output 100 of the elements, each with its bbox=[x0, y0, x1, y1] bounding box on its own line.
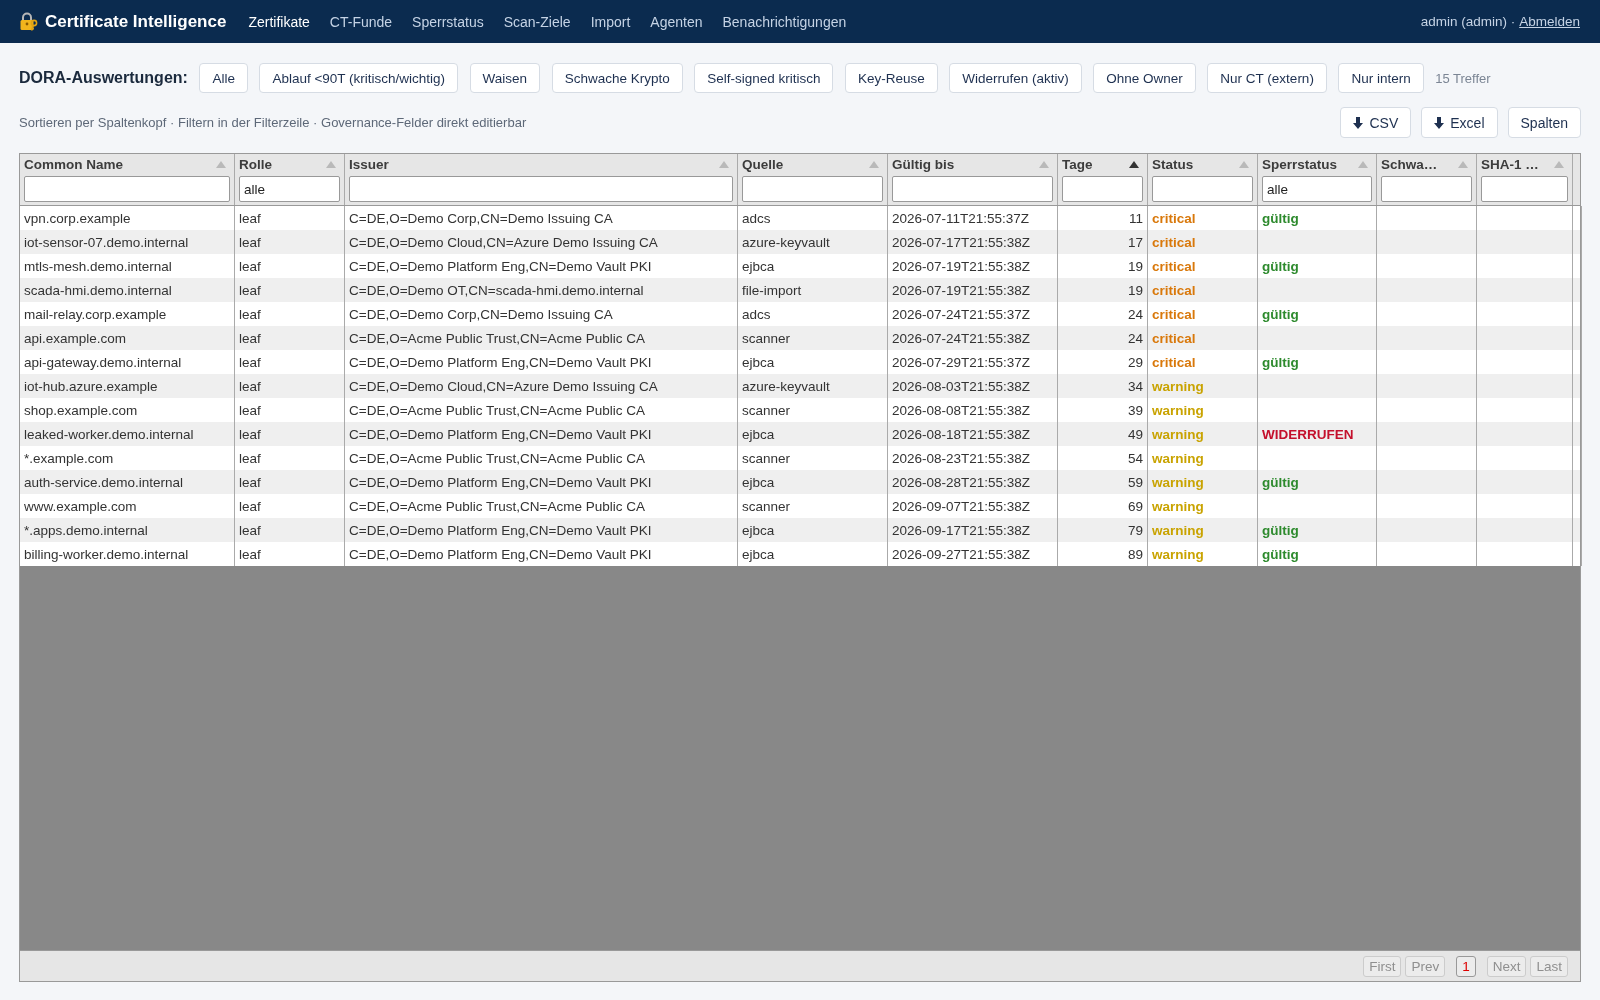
nav-link[interactable]: Scan-Ziele bbox=[503, 13, 571, 30]
table-cell: 49 bbox=[1127, 426, 1143, 442]
table-cell: 2026-08-03T21:55:38Z bbox=[892, 378, 1031, 394]
column-title[interactable]: Quelle bbox=[742, 157, 784, 172]
table-cell: vpn.corp.example bbox=[24, 210, 131, 226]
column-title[interactable]: Tage bbox=[1062, 157, 1093, 172]
column-title[interactable]: Status bbox=[1152, 157, 1194, 172]
column-title[interactable]: Common Name bbox=[24, 157, 123, 172]
table-cell: WIDERRUFEN bbox=[1262, 426, 1354, 442]
table-cell: 2026-07-17T21:55:38Z bbox=[892, 234, 1031, 250]
table-cell: critical bbox=[1152, 330, 1196, 346]
table-cell: 19 bbox=[1127, 282, 1143, 298]
column-title[interactable]: SHA-1 … bbox=[1481, 157, 1539, 172]
filter-button[interactable]: Ohne Owner bbox=[1093, 63, 1196, 93]
nav-link[interactable]: Sperrstatus bbox=[412, 13, 484, 30]
filter-input[interactable] bbox=[349, 176, 733, 202]
download-button[interactable]: CSV bbox=[1340, 107, 1412, 138]
column-title[interactable]: Sperrstatus bbox=[1262, 157, 1338, 172]
filter-button[interactable]: Schwache Krypto bbox=[551, 63, 683, 93]
table-cell: 2026-07-29T21:55:37Z bbox=[892, 354, 1031, 370]
table-cell: file-import bbox=[742, 282, 802, 298]
arrow-down-icon bbox=[1353, 116, 1364, 129]
nav-link[interactable]: Agenten bbox=[650, 13, 703, 30]
table-cell: 59 bbox=[1127, 474, 1143, 490]
filter-button[interactable]: Alle bbox=[199, 63, 248, 93]
logout-link[interactable]: Abmelden bbox=[1519, 14, 1580, 29]
filter-input[interactable]: alle bbox=[1262, 176, 1372, 202]
column-title[interactable]: Schwa… bbox=[1381, 157, 1438, 172]
filter-button[interactable]: Nur intern bbox=[1338, 63, 1424, 93]
columns-button[interactable]: Spalten bbox=[1507, 107, 1581, 138]
table-cell: C=DE,O=Demo Cloud,CN=Azure Demo Issuing CA bbox=[349, 378, 658, 394]
lock-key-icon bbox=[19, 12, 38, 31]
table-cell: 2026-08-23T21:55:38Z bbox=[892, 450, 1031, 466]
table-cell: leaf bbox=[239, 402, 261, 418]
table-cell: 17 bbox=[1127, 234, 1143, 250]
table-cell: api-gateway.demo.internal bbox=[24, 354, 182, 370]
table-cell: 24 bbox=[1127, 330, 1143, 346]
column-title[interactable]: Gültig bis bbox=[892, 157, 955, 172]
page-number-button[interactable]: 1 bbox=[1456, 955, 1476, 977]
nav-link[interactable]: Import bbox=[590, 13, 631, 30]
filter-button[interactable]: Waisen bbox=[469, 63, 541, 93]
filter-input[interactable] bbox=[24, 176, 230, 202]
table-cell: warning bbox=[1152, 474, 1204, 490]
table-cell: C=DE,O=Acme Public Trust,CN=Acme Public CA bbox=[349, 450, 645, 466]
filter-input[interactable] bbox=[1381, 176, 1472, 202]
table-cell: www.example.com bbox=[24, 498, 137, 514]
table-cell: shop.example.com bbox=[24, 402, 138, 418]
table-cell: ejbca bbox=[742, 546, 775, 562]
filter-input[interactable]: alle bbox=[239, 176, 340, 202]
table-cell: C=DE,O=Demo Platform Eng,CN=Demo Vault PKI bbox=[349, 522, 652, 538]
column-title[interactable]: Rolle bbox=[239, 157, 272, 172]
table-cell: leaf bbox=[239, 522, 261, 538]
table-cell: C=DE,O=Demo Platform Eng,CN=Demo Vault PKI bbox=[349, 426, 652, 442]
filter-input[interactable] bbox=[1152, 176, 1253, 202]
table-cell: mail-relay.corp.example bbox=[24, 306, 167, 322]
filter-input[interactable] bbox=[1062, 176, 1143, 202]
table-cell: gültig bbox=[1262, 354, 1299, 370]
download-button[interactable]: Excel bbox=[1421, 107, 1498, 138]
table-cell: gültig bbox=[1262, 474, 1299, 490]
table-cell: warning bbox=[1152, 450, 1204, 466]
table-cell: warning bbox=[1152, 546, 1204, 562]
table-cell: C=DE,O=Demo Corp,CN=Demo Issuing CA bbox=[349, 210, 613, 226]
table-cell: critical bbox=[1152, 306, 1196, 322]
filter-button[interactable]: Ablauf <90T (kritisch/wichtig) bbox=[259, 63, 459, 93]
table-cell: warning bbox=[1152, 402, 1204, 418]
table-cell: ejbca bbox=[742, 258, 775, 274]
table-cell: warning bbox=[1152, 498, 1204, 514]
table-cell: C=DE,O=Acme Public Trust,CN=Acme Public CA bbox=[349, 498, 645, 514]
table-cell: 69 bbox=[1127, 498, 1143, 514]
filter-input[interactable] bbox=[892, 176, 1053, 202]
table-cell: 24 bbox=[1127, 306, 1143, 322]
filter-button[interactable]: Widerrufen (aktiv) bbox=[949, 63, 1082, 93]
filter-input[interactable] bbox=[742, 176, 883, 202]
table-cell: 2026-09-17T21:55:38Z bbox=[892, 522, 1031, 538]
table-cell: leaf bbox=[239, 354, 261, 370]
filter-input[interactable] bbox=[1481, 176, 1568, 202]
nav-link[interactable]: Benachrichtigungen bbox=[722, 13, 847, 30]
table-cell: 2026-07-19T21:55:38Z bbox=[892, 282, 1031, 298]
table-cell: 54 bbox=[1127, 450, 1143, 466]
table-cell: 2026-08-18T21:55:38Z bbox=[892, 426, 1031, 442]
table-cell: leaf bbox=[239, 474, 261, 490]
filter-button[interactable]: Self-signed kritisch bbox=[694, 63, 834, 93]
filter-button[interactable]: Nur CT (extern) bbox=[1207, 63, 1327, 93]
table-cell: 79 bbox=[1127, 522, 1143, 538]
column-title[interactable]: Issuer bbox=[349, 157, 389, 172]
table-cell: warning bbox=[1152, 378, 1204, 394]
table-cell: 2026-08-08T21:55:38Z bbox=[892, 402, 1031, 418]
table-cell: 2026-07-24T21:55:37Z bbox=[892, 306, 1031, 322]
table-cell: leaf bbox=[239, 450, 261, 466]
user-label: admin (admin) · bbox=[1420, 14, 1516, 29]
table-cell: azure-keyvault bbox=[742, 378, 830, 394]
nav-link[interactable]: Zertifikate bbox=[248, 13, 310, 30]
nav-link[interactable]: CT-Funde bbox=[329, 13, 393, 30]
hint-text: Sortieren per Spaltenkopf · Filtern in der Filterzeile · Governance-Felder direkt editierbar bbox=[19, 115, 527, 130]
table-cell: 2026-07-24T21:55:38Z bbox=[892, 330, 1031, 346]
table-cell: 89 bbox=[1127, 546, 1143, 562]
filter-button[interactable]: Key-Reuse bbox=[845, 63, 938, 93]
table-cell: critical bbox=[1152, 354, 1196, 370]
table-cell: 34 bbox=[1127, 378, 1143, 394]
sort-caret-icon[interactable] bbox=[1129, 161, 1139, 168]
